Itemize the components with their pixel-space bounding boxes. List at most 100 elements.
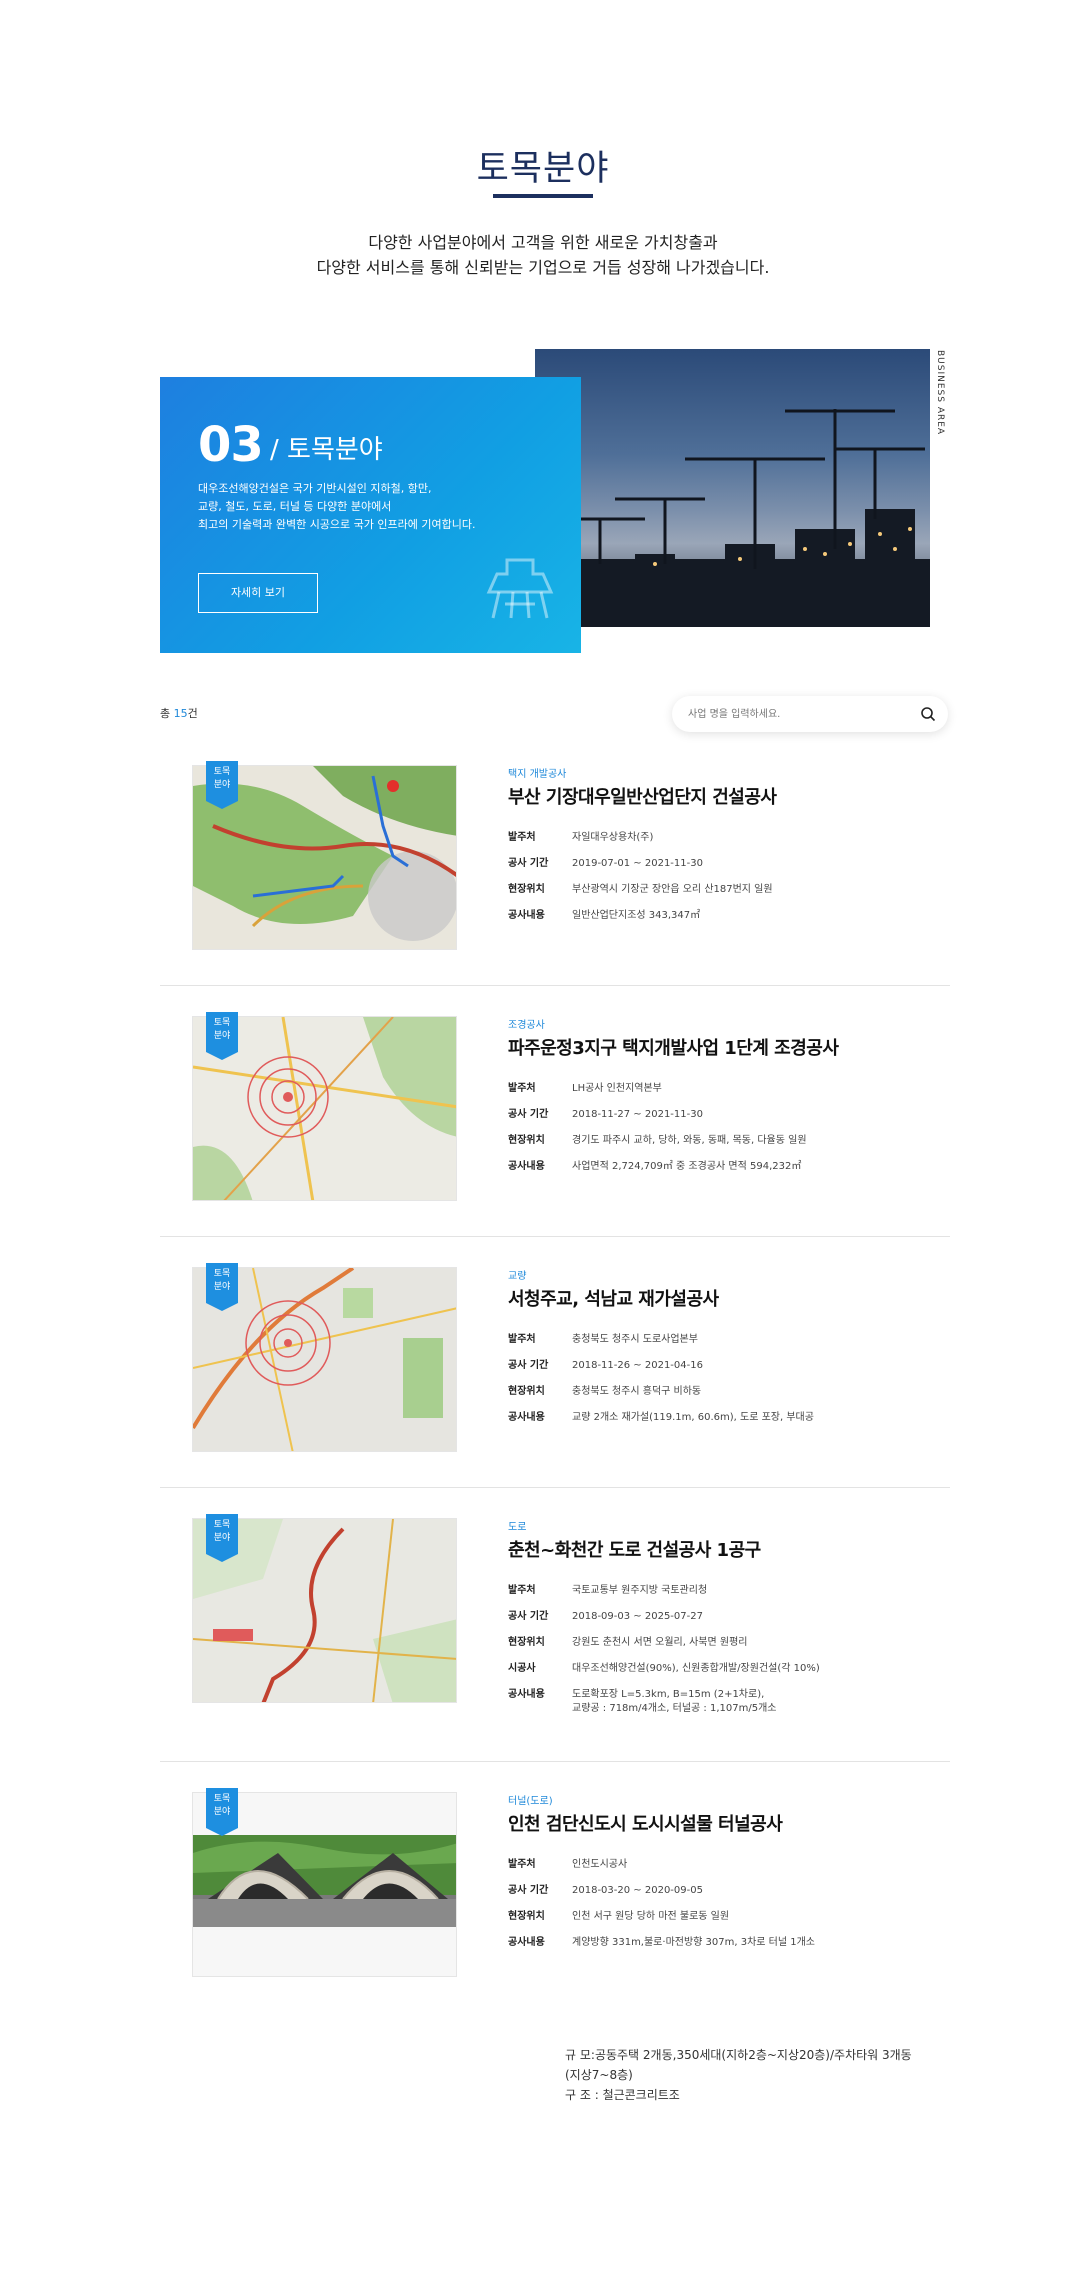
- project-title[interactable]: 춘천~화천간 도로 건설공사 1공구: [508, 1536, 948, 1562]
- info-row-scope: 공사내용 사업면적 2,724,709㎡ 중 조경공사 면적 594,232㎡: [508, 1160, 948, 1174]
- info-row-location: 현장위치 강원도 춘천시 서면 오월리, 사북면 원평리: [508, 1636, 948, 1650]
- info-row-period: 공사 기간 2018-11-27 ~ 2021-11-30: [508, 1108, 948, 1122]
- project-item[interactable]: 토목 분야 터널(도로) 인천 검단신도시 도시시설물 터널공사 발주처 인천도…: [160, 1762, 950, 2013]
- info-row-scope: 공사내용 일반산업단지조성 343,347㎡: [508, 909, 948, 923]
- detail-button[interactable]: 자세히 보기: [198, 573, 318, 613]
- row-label: 공사내용: [508, 1937, 545, 1948]
- row-label: 공사내용: [508, 910, 545, 921]
- badge-text: 토목 분야: [213, 1794, 231, 1817]
- row-label: 발주처: [508, 1083, 536, 1094]
- hero-number: 03: [198, 417, 264, 473]
- project-item[interactable]: 토목 분야 조경공사 파주운정3지구 택지개발사업 1단계 조경공사 발주처 LH…: [160, 986, 950, 1237]
- badge-text: 토목 분야: [213, 1520, 231, 1543]
- hero-desc-line-1: 대우조선해양건설은 국가 기반시설인 지하철, 항만,: [198, 482, 432, 495]
- row-value: 교량 2개소 재가설(119.1m, 60.6m), 도로 포장, 부대공: [572, 1412, 814, 1423]
- row-value: 대우조선해양건설(90%), 신원종합개발/장원건설(각 10%): [572, 1663, 820, 1674]
- hero-construction-photo: [535, 349, 930, 627]
- info-row-location: 현장위치 부산광역시 기장군 장안읍 오리 산187번지 일원: [508, 883, 948, 897]
- row-label: 현장위치: [508, 1386, 545, 1397]
- project-title[interactable]: 부산 기장대우일반산업단지 건설공사: [508, 783, 948, 809]
- info-row-scope: 공사내용 계양방향 331m,불로·마전방향 307m, 3차로 터널 1개소: [508, 1936, 948, 1950]
- project-title[interactable]: 인천 검단신도시 도시시설물 터널공사: [508, 1810, 948, 1836]
- info-row-period: 공사 기간 2019-07-01 ~ 2021-11-30: [508, 857, 948, 871]
- intro-line-1: 다양한 사업분야에서 고객을 위한 새로운 가치창출과: [368, 233, 718, 252]
- category-badge: 토목 분야: [206, 761, 238, 809]
- project-title[interactable]: 파주운정3지구 택지개발사업 1단계 조경공사: [508, 1034, 948, 1060]
- row-value: 충청북도 청주시 도로사업본부: [572, 1334, 698, 1345]
- row-value: 인천도시공사: [572, 1859, 628, 1870]
- row-value: 강원도 춘천시 서면 오월리, 사북면 원평리: [572, 1637, 748, 1648]
- total-count-number: 15: [173, 707, 188, 720]
- badge-text: 토목 분야: [213, 1018, 231, 1041]
- hero-subtitle: / 토목분야: [270, 435, 383, 465]
- project-title[interactable]: 서청주교, 석남교 재가설공사: [508, 1285, 948, 1311]
- row-label: 발주처: [508, 1585, 536, 1596]
- project-info: 도로 춘천~화천간 도로 건설공사 1공구 발주처 국토교통부 원주지방 국토관리…: [508, 1518, 948, 1728]
- highway-icon: [485, 552, 555, 626]
- row-label: 현장위치: [508, 1637, 545, 1648]
- row-label: 시공사: [508, 1663, 536, 1674]
- hero-card: 03 / 토목분야 대우조선해양건설은 국가 기반시설인 지하철, 항만, 교량…: [160, 377, 581, 653]
- row-value: 자일대우상용차(주): [572, 832, 654, 843]
- project-category: 교량: [508, 1271, 527, 1282]
- row-value: 인천 서구 원당 당하 마전 불로동 일원: [572, 1911, 730, 1922]
- info-row-scope: 공사내용 교량 2개소 재가설(119.1m, 60.6m), 도로 포장, 부대…: [508, 1411, 948, 1425]
- project-item[interactable]: 토목 분야 택지 개발공사 부산 기장대우일반산업단지 건설공사 발주처 자일대우…: [160, 735, 950, 986]
- project-info: 택지 개발공사 부산 기장대우일반산업단지 건설공사 발주처 자일대우상용차(주)…: [508, 765, 948, 935]
- project-info: 교량 서청주교, 석남교 재가설공사 발주처 충청북도 청주시 도로사업본부 공사…: [508, 1267, 948, 1437]
- project-item[interactable]: 토목 분야 교량 서청주교, 석남교 재가설공사 발주처 충청북도 청주시 도로사…: [160, 1237, 950, 1488]
- row-label: 공사내용: [508, 1161, 545, 1172]
- business-area-label: BUSINESS AREA: [935, 350, 945, 436]
- row-label: 발주처: [508, 1334, 536, 1345]
- row-label: 공사 기간: [508, 858, 549, 869]
- row-value: 2018-03-20 ~ 2020-09-05: [572, 1885, 703, 1896]
- row-label: 공사 기간: [508, 1360, 549, 1371]
- category-badge: 토목 분야: [206, 1514, 238, 1562]
- info-row-location: 현장위치 경기도 파주시 교하, 당하, 와동, 동패, 목동, 다율동 일원: [508, 1134, 948, 1148]
- intro-text: 다양한 사업분야에서 고객을 위한 새로운 가치창출과 다양한 서비스를 통해 …: [0, 230, 1086, 280]
- row-label: 공사 기간: [508, 1109, 549, 1120]
- row-value: 경기도 파주시 교하, 당하, 와동, 동패, 목동, 다율동 일원: [572, 1135, 807, 1146]
- row-label: 현장위치: [508, 1911, 545, 1922]
- total-count: 총 15건: [160, 705, 198, 721]
- badge-text: 토목 분야: [213, 1269, 231, 1292]
- row-value: 도로확포장 L=5.3km, B=15m (2+1차로), 교량공 : 718m…: [572, 1689, 777, 1714]
- total-suffix: 건: [187, 707, 198, 720]
- row-value: 2018-11-27 ~ 2021-11-30: [572, 1109, 703, 1120]
- project-info: 조경공사 파주운정3지구 택지개발사업 1단계 조경공사 발주처 LH공사 인천지…: [508, 1016, 948, 1186]
- info-row-client: 발주처 LH공사 인천지역본부: [508, 1082, 948, 1096]
- row-value: 사업면적 2,724,709㎡ 중 조경공사 면적 594,232㎡: [572, 1161, 802, 1172]
- info-row-location: 현장위치 충청북도 청주시 흥덕구 비하동: [508, 1385, 948, 1399]
- search-input[interactable]: [688, 705, 908, 723]
- project-category: 택지 개발공사: [508, 769, 567, 780]
- project-category: 조경공사: [508, 1020, 545, 1031]
- info-row-client: 발주처 국토교통부 원주지방 국토관리청: [508, 1584, 948, 1598]
- project-category: 터널(도로): [508, 1796, 553, 1807]
- hero-desc-line-3: 최고의 기술력과 완벽한 시공으로 국가 인프라에 기여합니다.: [198, 518, 476, 531]
- row-value: 부산광역시 기장군 장안읍 오리 산187번지 일원: [572, 884, 773, 895]
- project-item[interactable]: 토목 분야 도로 춘천~화천간 도로 건설공사 1공구 발주처 국토교통부 원주지…: [160, 1488, 950, 1762]
- total-prefix: 총: [160, 707, 174, 720]
- project-info: 터널(도로) 인천 검단신도시 도시시설물 터널공사 발주처 인천도시공사 공사 …: [508, 1792, 948, 1962]
- hero-desc-line-2: 교량, 철도, 도로, 터널 등 다양한 분야에서: [198, 500, 392, 513]
- row-label: 현장위치: [508, 1135, 545, 1146]
- row-value: 일반산업단지조성 343,347㎡: [572, 910, 701, 921]
- row-label: 공사 기간: [508, 1885, 549, 1896]
- info-row-contractor: 시공사 대우조선해양건설(90%), 신원종합개발/장원건설(각 10%): [508, 1662, 948, 1676]
- info-row-period: 공사 기간 2018-03-20 ~ 2020-09-05: [508, 1884, 948, 1898]
- row-value: 2019-07-01 ~ 2021-11-30: [572, 858, 703, 869]
- search-icon[interactable]: [920, 706, 936, 722]
- row-label: 현장위치: [508, 884, 545, 895]
- scale-note: 규 모:공동주택 2개동,350세대(지하2층~지상20층)/주차타워 3개동 …: [565, 2048, 912, 2102]
- info-row-client: 발주처 자일대우상용차(주): [508, 831, 948, 845]
- badge-text: 토목 분야: [213, 767, 231, 790]
- row-value: 국토교통부 원주지방 국토관리청: [572, 1585, 708, 1596]
- info-row-client: 발주처 충청북도 청주시 도로사업본부: [508, 1333, 948, 1347]
- category-badge: 토목 분야: [206, 1788, 238, 1836]
- info-row-scope: 공사내용 도로확포장 L=5.3km, B=15m (2+1차로), 교량공 : …: [508, 1688, 948, 1716]
- row-value: LH공사 인천지역본부: [572, 1083, 662, 1094]
- hero-description: 대우조선해양건설은 국가 기반시설인 지하철, 항만, 교량, 철도, 도로, …: [198, 480, 528, 534]
- info-row-client: 발주처 인천도시공사: [508, 1858, 948, 1872]
- row-value: 2018-09-03 ~ 2025-07-27: [572, 1611, 703, 1622]
- info-row-location: 현장위치 인천 서구 원당 당하 마전 불로동 일원: [508, 1910, 948, 1924]
